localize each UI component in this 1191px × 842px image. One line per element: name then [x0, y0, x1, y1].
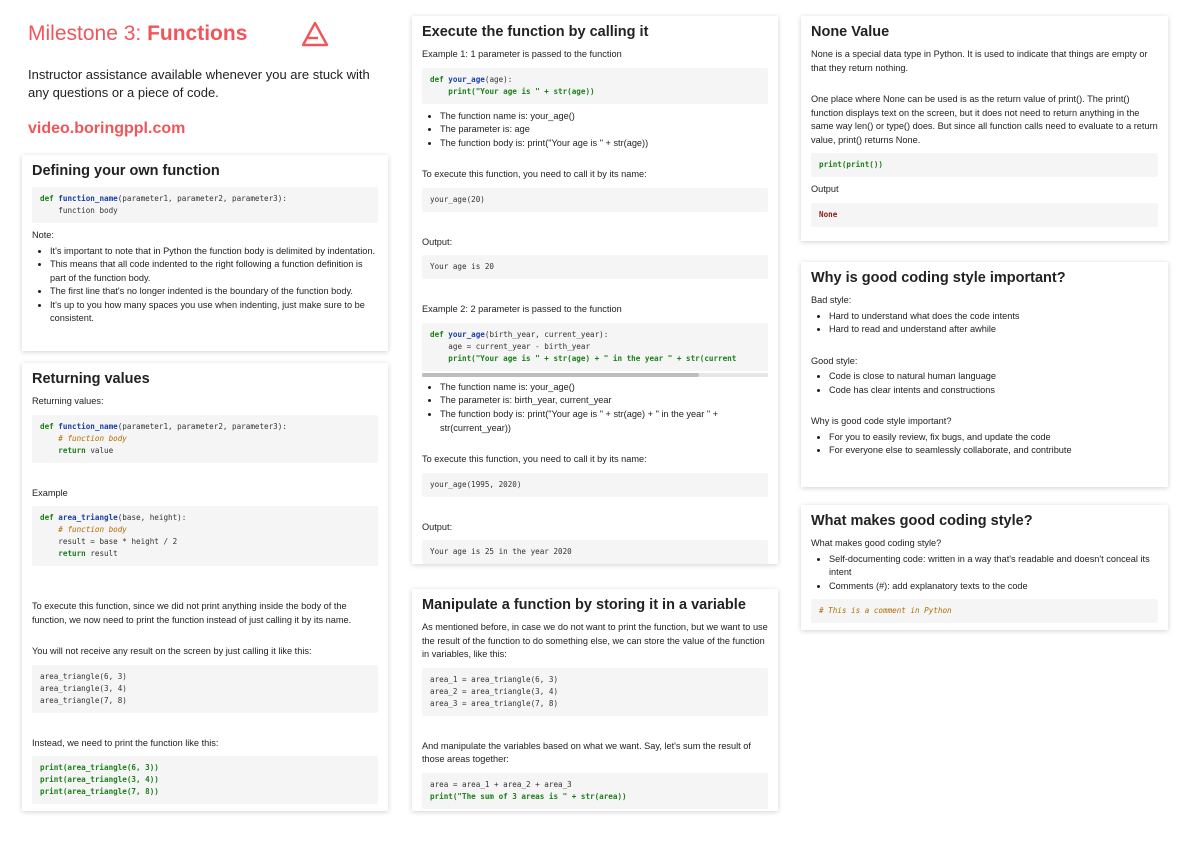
card-title: Defining your own function — [32, 163, 220, 179]
paragraph: To execute this function, since we did n… — [32, 601, 352, 625]
code-block: your_age(1995, 2020) — [422, 472, 768, 497]
list-item: Code is close to natural human language — [829, 370, 1158, 384]
paragraph: One place where None can be used is as t… — [811, 94, 1158, 145]
card-defining-function: Defining your own function def function_… — [22, 155, 388, 351]
paragraph: To execute this function, you need to ca… — [422, 454, 647, 465]
list-item: The first line that's no longer indented… — [50, 285, 378, 299]
bullet-list: Hard to understand what does the code in… — [811, 310, 1158, 337]
code-block: your_age(20) — [422, 187, 768, 212]
code-block: Your age is 20 — [422, 255, 768, 280]
scrollbar-thumb[interactable] — [422, 372, 699, 377]
code-block: print(area_triangle(6, 3)) print(area_tr… — [32, 756, 378, 804]
card-manipulate-function: Manipulate a function by storing it in a… — [412, 589, 778, 811]
paragraph: What makes good coding style? — [811, 538, 942, 548]
card-title: Returning values — [32, 371, 150, 387]
output-label: Output: — [422, 521, 453, 532]
bad-style-label: Bad style: — [811, 295, 852, 305]
paragraph: You will not receive any result on the s… — [32, 646, 312, 656]
bullet-list: Code is close to natural human language … — [811, 370, 1158, 397]
code-block: Your age is 25 in the year 2020 — [422, 540, 768, 565]
paragraph: None is a special data type in Python. I… — [811, 49, 1148, 73]
paragraph: As mentioned before, in case we do not w… — [422, 622, 768, 659]
list-item: The parameter is: birth_year, current_ye… — [440, 394, 768, 408]
returning-label: Returning values: — [32, 396, 104, 406]
card-title: None Value — [811, 24, 890, 40]
list-item: It's up to you how many spaces you use w… — [50, 299, 378, 326]
list-item: The function body is: print("Your age is… — [440, 137, 768, 151]
page-title: Milestone 3: Functions — [28, 22, 247, 46]
bullet-list: The function name is: your_age() The par… — [422, 110, 768, 151]
code-block: def area_triangle(base, height): # funct… — [32, 506, 378, 566]
card-title: Manipulate a function by storing it in a… — [422, 597, 746, 613]
list-item: The function body is: print("Your age is… — [440, 408, 768, 435]
paragraph: Instead, we need to print the function l… — [32, 737, 219, 748]
list-item: Hard to read and understand after awhile — [829, 323, 1158, 337]
paragraph: And manipulate the variables based on wh… — [422, 740, 751, 765]
card-execute-function: Execute the function by calling it Examp… — [412, 16, 778, 565]
code-block: def function_name(parameter1, parameter2… — [32, 414, 378, 463]
triangle-logo-icon — [300, 20, 330, 53]
list-item: The function name is: your_age() — [440, 381, 768, 395]
header-link[interactable]: video.boringppl.com — [28, 120, 185, 138]
list-item: For you to easily review, fix bugs, and … — [829, 431, 1158, 445]
example-label: Example — [32, 487, 68, 498]
card-what-style: What makes good coding style? What makes… — [801, 505, 1168, 630]
code-block: def your_age(birth_year, current_year): … — [422, 322, 768, 371]
bullet-list: The function name is: your_age() The par… — [422, 381, 768, 435]
horizontal-scrollbar[interactable] — [422, 372, 768, 377]
list-item: Code has clear intents and constructions — [829, 384, 1158, 398]
note-label: Note: — [32, 230, 54, 240]
good-style-label: Good style: — [811, 355, 858, 366]
bullet-list: For you to easily review, fix bugs, and … — [811, 431, 1158, 458]
output-label: Output — [811, 184, 839, 194]
card-returning-values: Returning values Returning values: def f… — [22, 363, 388, 811]
paragraph: To execute this function, you need to ca… — [422, 169, 647, 180]
code-block: # This is a comment in Python — [811, 599, 1158, 624]
card-good-style: Why is good coding style important? Bad … — [801, 262, 1168, 487]
list-item: The function name is: your_age() — [440, 110, 768, 124]
header-description: Instructor assistance available whenever… — [28, 67, 370, 100]
code-block: def your_age(age): print("Your age is " … — [422, 67, 768, 104]
note-list: It's important to note that in Python th… — [32, 245, 378, 327]
why-label: Why is good code style important? — [811, 416, 952, 427]
title-strong: Functions — [147, 22, 248, 45]
list-item: The parameter is: age — [440, 123, 768, 137]
code-block: def function_name(parameter1, parameter2… — [32, 187, 378, 223]
code-block: area_1 = area_triangle(6, 3) area_2 = ar… — [422, 667, 768, 716]
list-item: It's important to note that in Python th… — [50, 245, 378, 259]
code-block: print(print()) — [811, 153, 1158, 177]
code-block: area = area_1 + area_2 + area_3 print("T… — [422, 772, 768, 809]
example-label: Example 2: 2 parameter is passed to the … — [422, 304, 622, 315]
card-title: What makes good coding style? — [811, 513, 1033, 529]
bullet-list: Self-documenting code: written in a way … — [811, 553, 1158, 594]
code-block: area_triangle(6, 3) area_triangle(3, 4) … — [32, 664, 378, 713]
list-item: Self-documenting code: written in a way … — [829, 553, 1158, 580]
card-title: Execute the function by calling it — [422, 24, 649, 40]
code-block: None — [811, 202, 1158, 227]
list-item: For everyone else to seamlessly collabor… — [829, 444, 1158, 458]
card-none-value: None Value None is a special data type i… — [801, 16, 1168, 241]
list-item: This means that all code indented to the… — [50, 258, 378, 285]
example-label: Example 1: 1 parameter is passed to the … — [422, 49, 622, 59]
list-item: Comments (#): add explanatory texts to t… — [829, 580, 1158, 594]
list-item: Hard to understand what does the code in… — [829, 310, 1158, 324]
title-prefix: Milestone 3: — [28, 22, 148, 45]
card-title: Why is good coding style important? — [811, 270, 1066, 286]
output-label: Output: — [422, 236, 453, 247]
